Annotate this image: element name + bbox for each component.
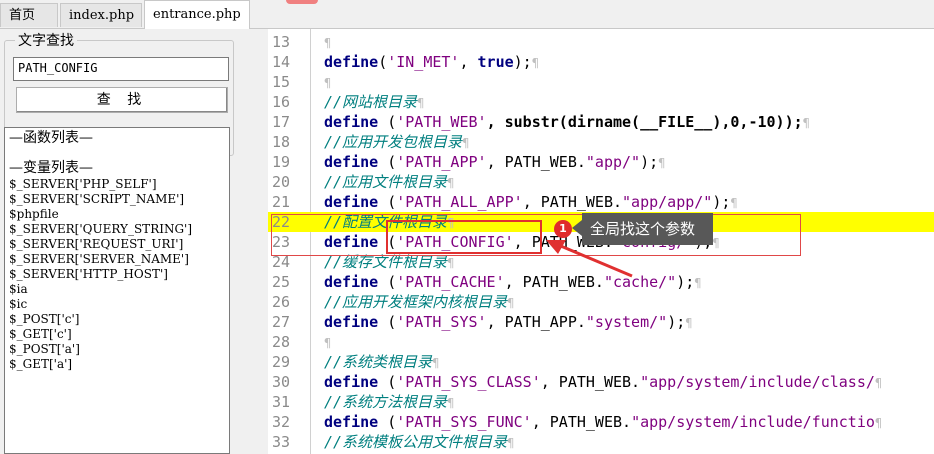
annotation-arrow-icon <box>546 240 633 278</box>
